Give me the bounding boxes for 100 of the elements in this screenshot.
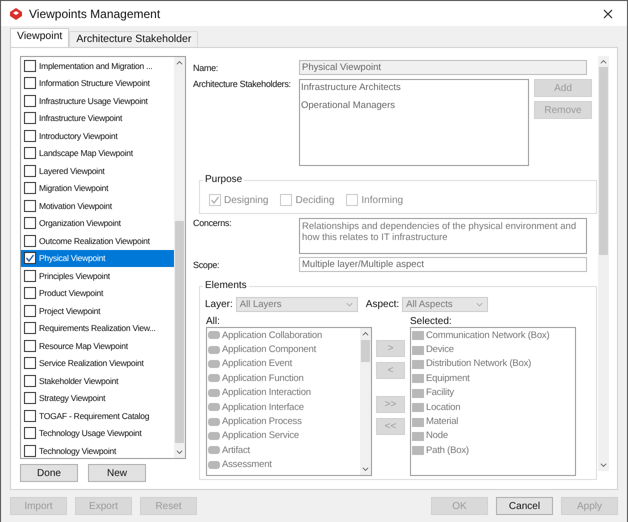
list-button[interactable]: New [88,464,146,482]
element-item[interactable]: Equipment [411,371,575,386]
checkbox[interactable] [24,77,36,90]
element-item[interactable]: Facility [411,386,575,400]
viewpoint-item[interactable]: Introductory Viewpoint [21,127,174,144]
tab[interactable]: Architecture Stakeholder [69,31,198,47]
scroll-down-icon[interactable] [361,466,370,473]
checkbox[interactable] [24,234,36,247]
element-icon [207,329,221,342]
element-item[interactable]: Artifact [207,443,360,458]
scroll-thumb[interactable] [361,340,370,362]
element-item[interactable]: Assessment [207,458,360,472]
list-button[interactable]: Done [20,464,78,482]
element-item[interactable]: Path (Box) [411,443,575,458]
checkbox[interactable] [24,112,36,124]
viewpoint-item[interactable]: Motivation Viewpoint [21,197,174,214]
element-item[interactable]: Application Process [207,414,360,429]
stakeholder-item[interactable]: Operational Managers [300,98,528,116]
viewpoint-item[interactable]: Service Realization Viewpoint [21,354,174,372]
checkbox[interactable] [24,357,36,370]
viewpoint-item[interactable]: Landscape Map Viewpoint [21,144,174,162]
element-icon [207,372,221,384]
viewpoint-item[interactable]: Layered Viewpoint [21,162,174,180]
checkbox[interactable] [24,410,36,422]
checkbox[interactable] [24,60,36,72]
element-item[interactable]: Application Interface [207,400,360,414]
element-item[interactable]: Node [411,428,575,444]
scroll-thumb[interactable] [599,67,608,255]
element-item[interactable]: Device [411,342,575,357]
concerns-field[interactable]: Relationships and dependencies of the physical environment and how this relates to IT infrastructure [299,218,587,254]
scroll-down-icon[interactable] [599,462,608,469]
viewpoint-item[interactable]: Information Structure Viewpoint [21,74,174,92]
viewpoint-item[interactable]: Project Viewpoint [21,302,174,320]
checkbox[interactable] [24,147,36,160]
checkbox[interactable] [24,94,36,107]
checkbox[interactable] [24,182,36,194]
viewpoint-item[interactable]: Migration Viewpoint [21,180,174,197]
viewpoint-item[interactable]: Resource Map Viewpoint [21,337,174,354]
checkbox[interactable] [24,374,36,387]
viewpoint-item[interactable]: Outcome Realization Viewpoint [21,232,174,250]
stakeholder-item[interactable]: Infrastructure Architects [300,80,528,98]
element-item[interactable]: Application Event [207,356,360,372]
checkbox[interactable] [24,304,36,317]
scope-field[interactable]: Multiple layer/Multiple aspect [299,257,587,272]
viewpoint-item[interactable]: Physical Viewpoint [21,250,174,267]
scrollbar[interactable] [174,57,185,458]
element-item[interactable]: Application Interaction [207,386,360,400]
aspect-dropdown[interactable]: All Aspects [402,297,488,312]
footer-button[interactable]: Cancel [496,497,553,515]
name-field[interactable]: Physical Viewpoint [299,60,587,75]
close-icon[interactable] [603,8,613,18]
scroll-up-icon[interactable] [175,59,184,66]
tab[interactable]: Viewpoint [10,28,70,47]
checkbox[interactable] [24,392,36,404]
viewpoint-item[interactable]: Technology Usage Viewpoint [21,424,174,442]
viewpoint-label: Physical Viewpoint [39,253,106,264]
field-label: Scope: [193,260,220,270]
element-item[interactable]: Application Function [207,371,360,386]
checkbox[interactable] [24,200,36,212]
checkbox[interactable] [24,164,36,177]
element-item[interactable]: Application Collaboration [207,328,360,342]
element-icon [207,430,221,442]
element-item[interactable]: Communication Network (Box) [411,328,575,342]
checkbox[interactable] [24,340,36,352]
checkbox[interactable] [24,444,36,457]
element-item[interactable]: Distribution Network (Box) [411,356,575,372]
checkbox[interactable] [24,130,36,142]
element-item[interactable]: Location [411,400,575,414]
element-icon [411,344,425,356]
viewpoint-item[interactable]: Product Viewpoint [21,284,174,302]
viewpoint-item[interactable]: Infrastructure Viewpoint [21,110,174,127]
checkbox[interactable] [24,427,36,440]
viewpoint-item[interactable]: TOGAF - Requirement Catalog [21,407,174,424]
element-item[interactable]: Application Service [207,428,360,444]
scroll-down-icon[interactable] [175,449,184,456]
checkbox[interactable] [24,287,36,300]
element-icon [207,458,221,471]
viewpoint-item[interactable]: Stakeholder Viewpoint [21,372,174,390]
list-label: All: [206,316,221,327]
viewpoint-item[interactable]: Implementation and Migration ... [21,57,174,74]
scrollbar[interactable] [598,56,609,471]
element-item[interactable]: Material [411,414,575,429]
scroll-thumb[interactable] [175,221,184,443]
scroll-up-icon[interactable] [599,58,608,65]
viewpoint-item[interactable]: Technology Viewpoint [21,442,174,458]
app-logo-icon [9,6,23,20]
layer-dropdown[interactable]: All Layers [236,297,358,312]
element-item[interactable]: Application Component [207,342,360,357]
viewpoint-item[interactable]: Infrastructure Usage Viewpoint [21,92,174,110]
checkbox[interactable] [24,217,36,230]
scroll-up-icon[interactable] [361,330,370,337]
viewpoint-item[interactable]: Organization Viewpoint [21,214,174,232]
checkbox[interactable] [24,322,36,334]
checkbox[interactable] [24,270,36,282]
scrollbar[interactable] [360,328,371,475]
option-label: Informing [361,194,404,206]
viewpoint-item[interactable]: Principles Viewpoint [21,267,174,284]
viewpoint-item[interactable]: Strategy Viewpoint [21,390,174,407]
viewpoint-item[interactable]: Requirements Realization View... [21,320,174,337]
checkbox[interactable] [24,252,36,264]
